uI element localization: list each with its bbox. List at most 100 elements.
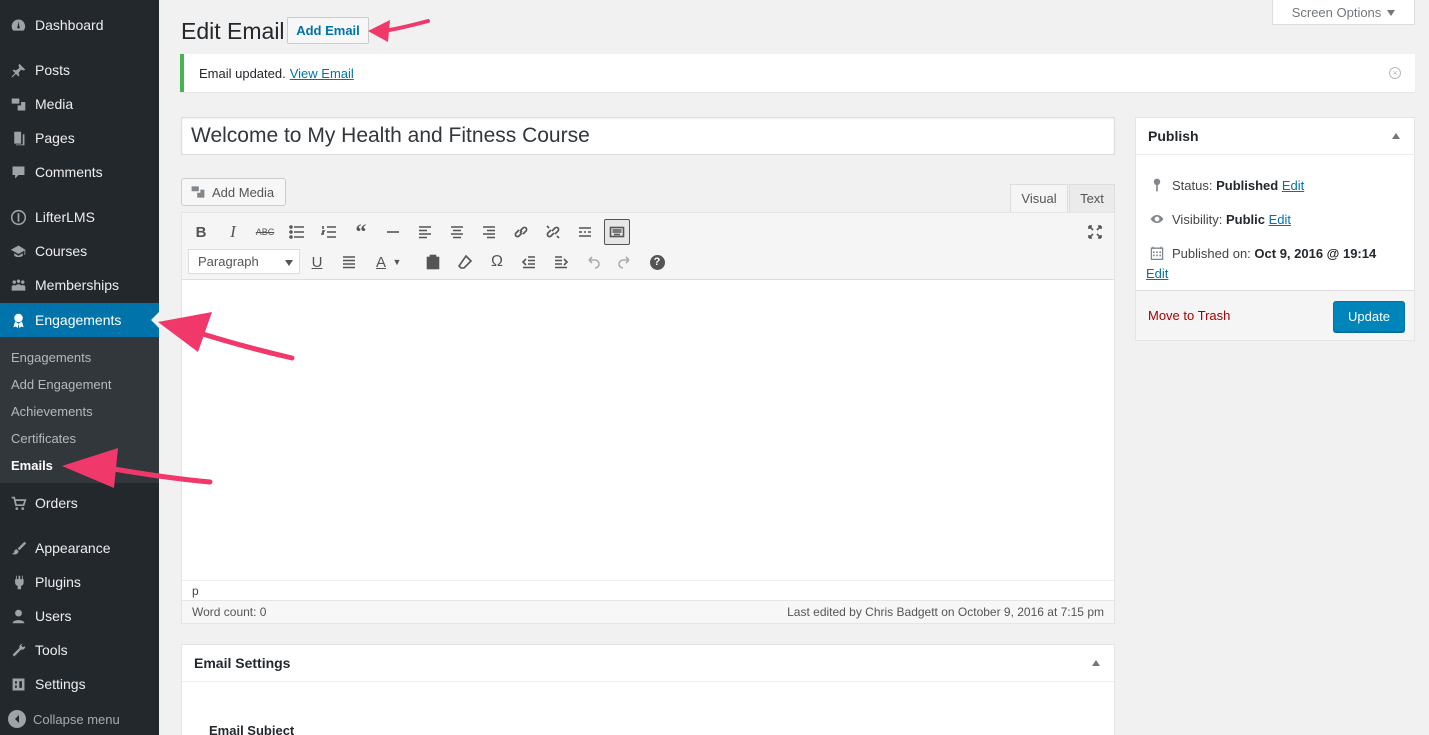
sidebar-item-memberships[interactable]: Memberships: [0, 268, 159, 302]
eraser-icon: [457, 254, 473, 269]
sidebar-item-courses[interactable]: Courses: [0, 234, 159, 268]
sidebar-item-settings[interactable]: Settings: [0, 667, 159, 701]
fullscreen-button[interactable]: [1082, 219, 1108, 245]
post-title-input[interactable]: Welcome to My Health and Fitness Course: [181, 117, 1115, 155]
keyboard-shortcuts-button[interactable]: ?: [644, 249, 670, 275]
clipboard-icon: [426, 254, 440, 270]
update-button[interactable]: Update: [1333, 301, 1405, 332]
sidebar-item-orders[interactable]: Orders: [0, 486, 159, 520]
editor-content-area[interactable]: [182, 280, 1114, 580]
redo-button[interactable]: [612, 249, 638, 275]
read-more-button[interactable]: [572, 219, 598, 245]
underline-button[interactable]: U: [304, 249, 330, 275]
settings-icon: [8, 674, 28, 694]
tab-text[interactable]: Text: [1069, 184, 1115, 213]
format-select-value: Paragraph: [198, 254, 259, 269]
sidebar-item-label: Engagements: [35, 312, 122, 328]
sidebar-item-tools[interactable]: Tools: [0, 633, 159, 667]
collapse-arrow-icon[interactable]: [1092, 656, 1100, 666]
align-right-button[interactable]: [476, 219, 502, 245]
sidebar-item-pages[interactable]: Pages: [0, 121, 159, 155]
text-color-dropdown[interactable]: ▼: [390, 249, 404, 275]
submenu-item-add-engagement[interactable]: Add Engagement: [11, 377, 111, 392]
eye-icon: [1148, 210, 1166, 228]
insert-link-button[interactable]: [508, 219, 534, 245]
dashboard-icon: [8, 15, 28, 35]
sidebar-item-label: Settings: [35, 676, 86, 692]
visibility-value: Public: [1225, 211, 1265, 227]
status-label: Status:: [1172, 177, 1213, 193]
publish-title[interactable]: Publish: [1136, 118, 1414, 155]
award-icon: [8, 310, 28, 330]
screen-options-button[interactable]: Screen Options: [1272, 0, 1415, 25]
link-icon: [514, 226, 528, 238]
sidebar-item-comments[interactable]: Comments: [0, 155, 159, 189]
blockquote-button[interactable]: “: [348, 219, 374, 245]
sidebar-item-label: LifterLMS: [35, 209, 95, 225]
sidebar-item-lifterlms[interactable]: LifterLMS: [0, 200, 159, 234]
sidebar-item-plugins[interactable]: Plugins: [0, 565, 159, 599]
sidebar-item-dashboard[interactable]: Dashboard: [0, 8, 159, 42]
tab-visual[interactable]: Visual: [1010, 184, 1068, 213]
numbered-list-button[interactable]: [316, 219, 342, 245]
sidebar-item-label: Courses: [35, 243, 88, 259]
sidebar-item-label: Users: [35, 608, 72, 624]
sidebar-item-label: Plugins: [35, 574, 81, 590]
submenu-item-engagements[interactable]: Engagements: [11, 350, 91, 365]
horizontal-line-button[interactable]: [380, 219, 406, 245]
undo-button[interactable]: [580, 249, 606, 275]
remove-link-button[interactable]: [540, 219, 566, 245]
paintbrush-icon: [8, 538, 28, 558]
date-edit-link[interactable]: Edit: [1146, 266, 1168, 281]
submenu-item-emails[interactable]: Emails: [11, 458, 53, 473]
visibility-edit-link[interactable]: Edit: [1269, 212, 1291, 227]
sidebar-item-media[interactable]: Media: [0, 87, 159, 121]
horizontal-line-icon: [387, 231, 399, 233]
strikethrough-button[interactable]: ABC: [252, 219, 278, 245]
email-settings-title[interactable]: Email Settings: [182, 645, 1114, 682]
caret-down-icon: [285, 260, 293, 270]
special-character-button[interactable]: Ω: [484, 249, 510, 275]
editor-status-bar: Word count: 0 Last edited by Chris Badge…: [182, 600, 1114, 623]
italic-button[interactable]: I: [220, 219, 246, 245]
word-count: Word count: 0: [192, 605, 267, 619]
engagements-submenu: Engagements Add Engagement Achievements …: [0, 337, 159, 483]
align-left-button[interactable]: [412, 219, 438, 245]
sidebar-item-engagements[interactable]: Engagements: [0, 303, 159, 337]
sidebar-item-appearance[interactable]: Appearance: [0, 531, 159, 565]
submenu-item-achievements[interactable]: Achievements: [11, 404, 93, 419]
move-to-trash-link[interactable]: Move to Trash: [1148, 308, 1230, 323]
collapse-arrow-icon[interactable]: [1392, 129, 1400, 139]
sidebar-item-users[interactable]: Users: [0, 599, 159, 633]
status-edit-link[interactable]: Edit: [1282, 178, 1304, 193]
comment-icon: [8, 162, 28, 182]
sidebar-item-label: Comments: [35, 164, 103, 180]
bullet-list-button[interactable]: [284, 219, 310, 245]
collapse-menu-button[interactable]: Collapse menu: [0, 706, 120, 732]
sidebar-item-posts[interactable]: Posts: [0, 53, 159, 87]
notice-text: Email updated.: [199, 65, 286, 81]
paste-text-button[interactable]: [420, 249, 446, 275]
format-select[interactable]: Paragraph: [188, 249, 300, 274]
add-media-button[interactable]: Add Media: [181, 178, 286, 206]
decrease-indent-button[interactable]: [516, 249, 542, 275]
submenu-item-certificates[interactable]: Certificates: [11, 431, 76, 446]
element-path: p: [182, 580, 1114, 600]
bold-button[interactable]: B: [188, 219, 214, 245]
add-email-button[interactable]: Add Email: [287, 17, 369, 44]
clear-formatting-button[interactable]: [452, 249, 478, 275]
last-edited: Last edited by Chris Badgett on October …: [787, 605, 1104, 619]
view-email-link[interactable]: View Email: [290, 66, 354, 81]
increase-indent-button[interactable]: [548, 249, 574, 275]
visibility-label: Visibility:: [1172, 211, 1223, 227]
add-media-label: Add Media: [212, 184, 275, 200]
justify-button[interactable]: [336, 249, 362, 275]
dismiss-icon[interactable]: ×: [1389, 67, 1401, 79]
align-center-button[interactable]: [444, 219, 470, 245]
toolbar-toggle-button[interactable]: [604, 219, 630, 245]
annotation-arrow: [368, 19, 430, 42]
pin-icon: [1148, 176, 1166, 194]
indent-icon: [555, 256, 569, 269]
sidebar-item-label: Media: [35, 96, 74, 112]
collapse-icon: [8, 710, 26, 728]
